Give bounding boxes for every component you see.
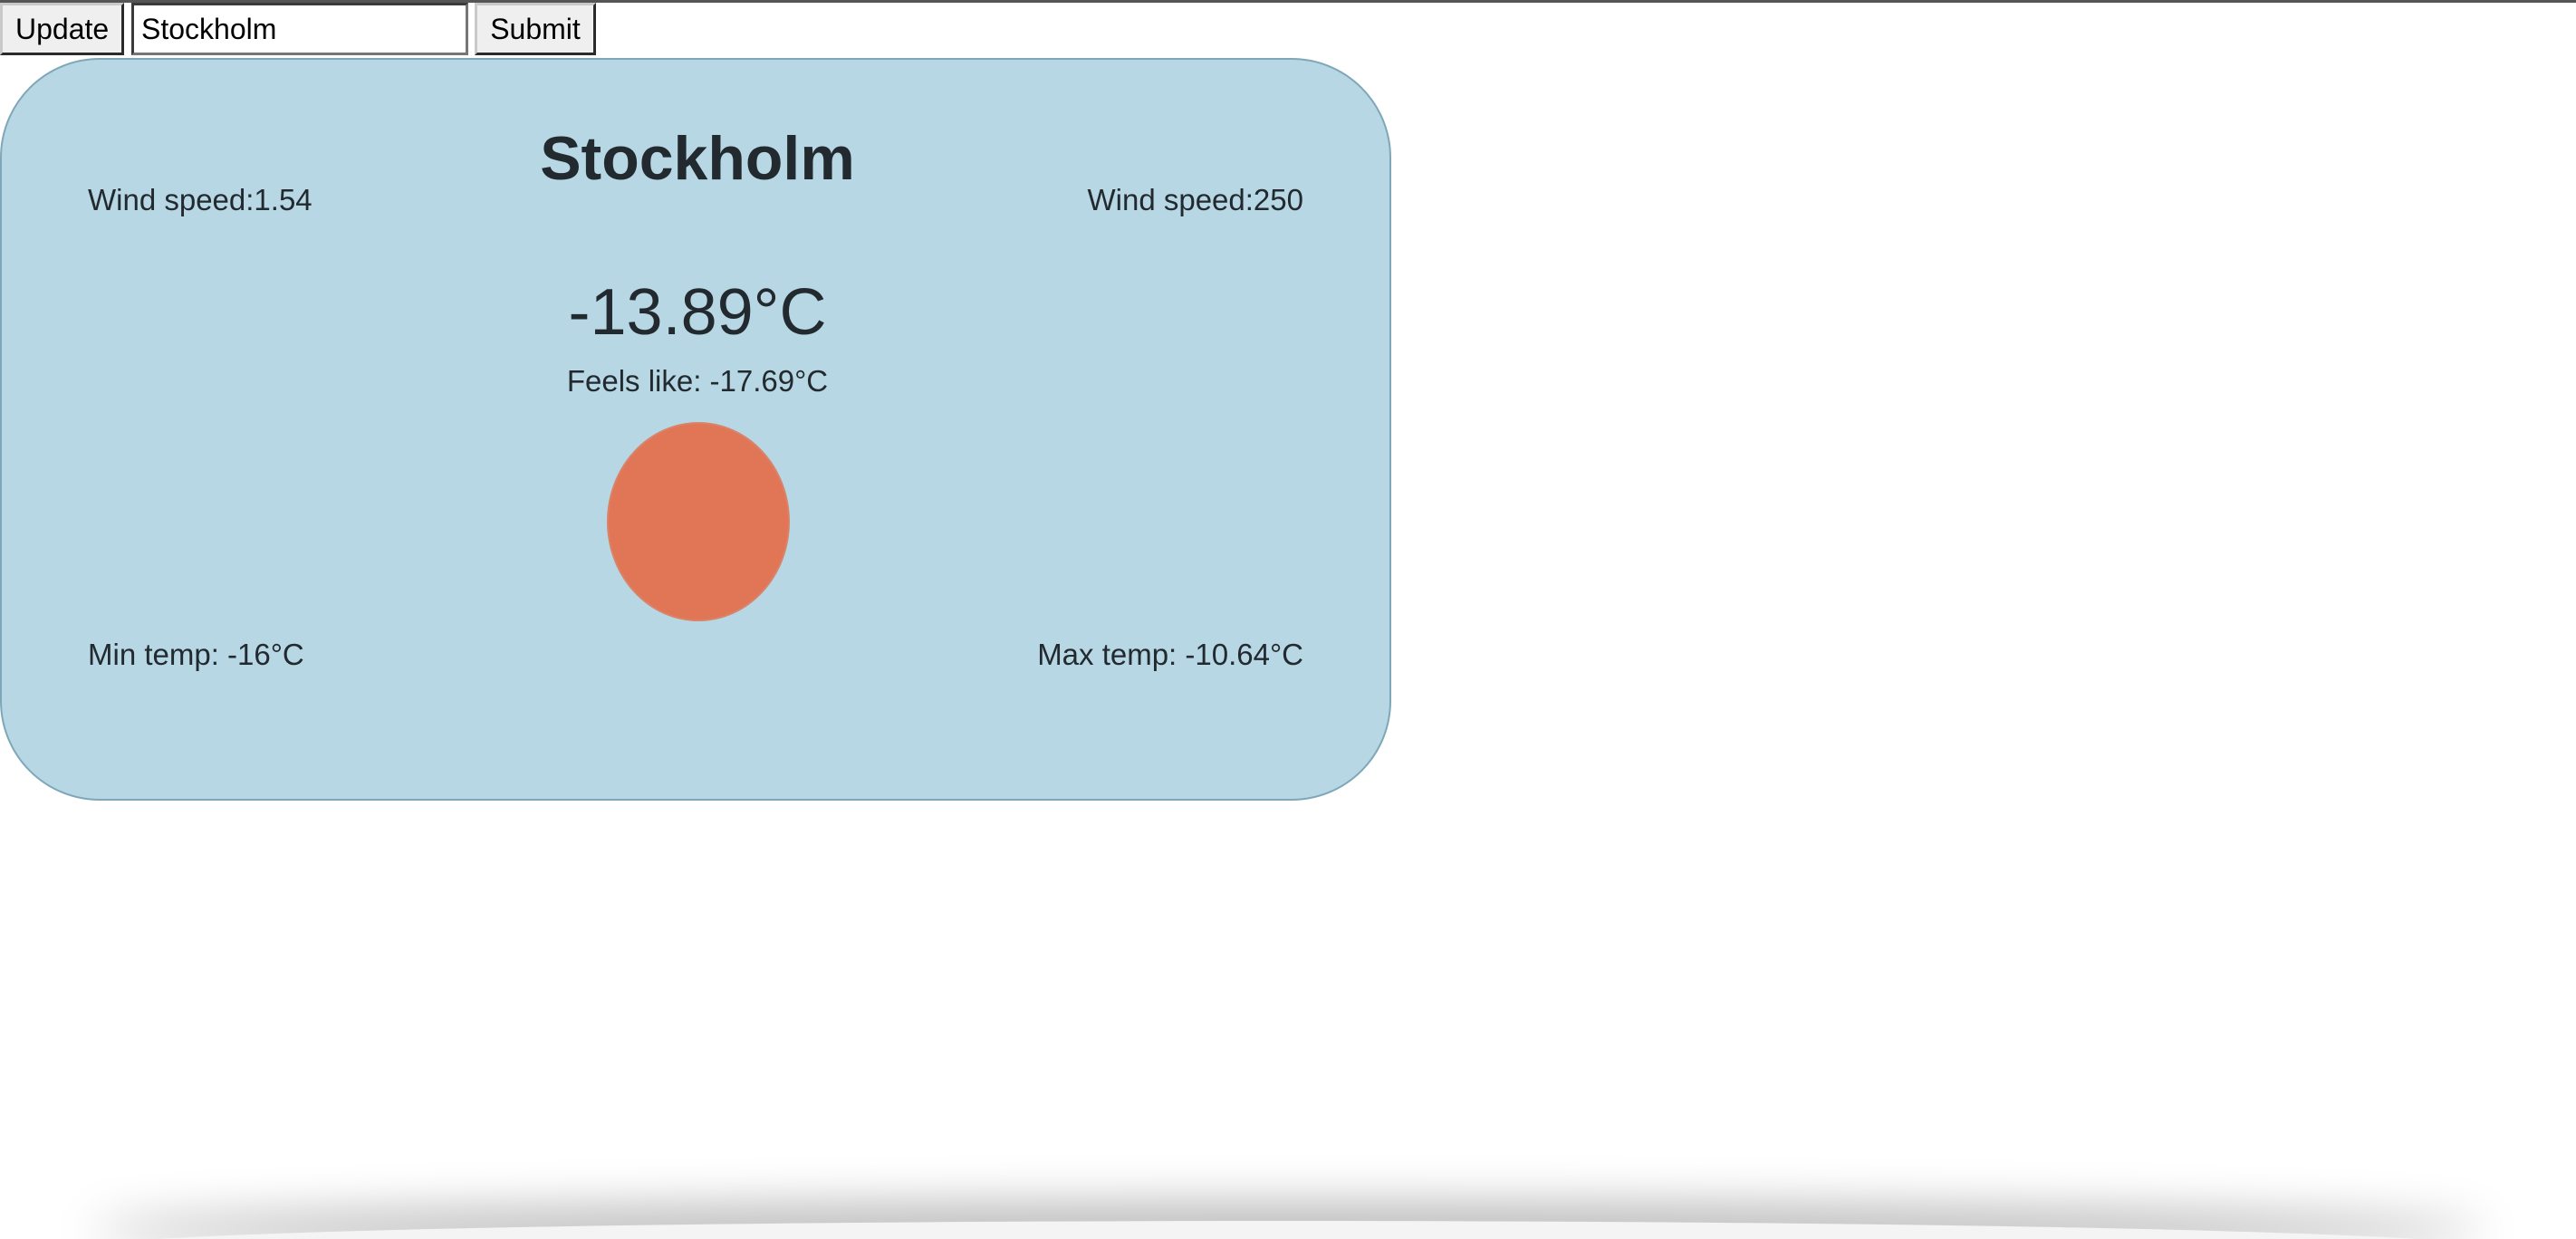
wind-speed-left: Wind speed:1.54: [88, 183, 312, 216]
wind-speed-right: Wind speed:250: [1087, 183, 1304, 216]
bottom-shadow: [91, 1221, 2485, 1239]
feels-like-temperature: Feels like: -17.69°C: [566, 364, 829, 398]
city-input[interactable]: [131, 3, 468, 55]
max-temperature: Max temp: -10.64°C: [1037, 638, 1303, 671]
submit-button[interactable]: Submit: [475, 3, 596, 55]
sun-icon: [607, 422, 790, 621]
weather-card: Stockholm Wind speed:1.54 Wind speed:250…: [0, 58, 1391, 801]
update-button[interactable]: Update: [0, 3, 124, 55]
min-temperature: Min temp: -16°C: [88, 638, 304, 671]
current-temperature: -13.89°C: [568, 276, 827, 349]
